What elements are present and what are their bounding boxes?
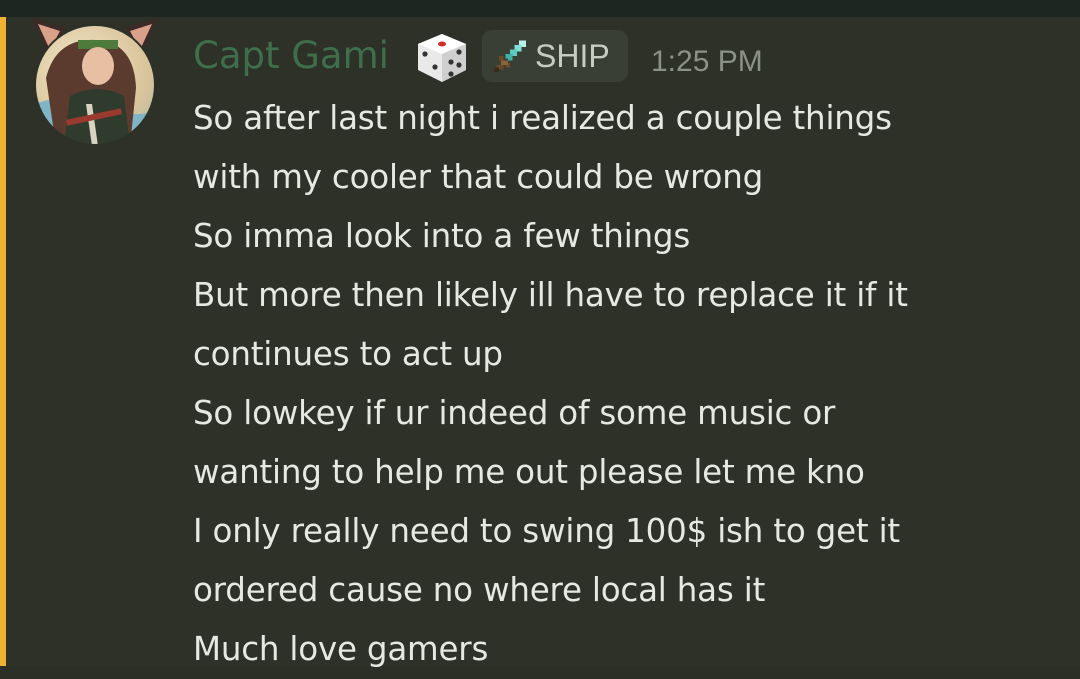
message-line: I only really need to swing 100$ ish to …	[193, 512, 900, 550]
top-bar	[0, 0, 1080, 17]
timestamp[interactable]: 1:25 PM	[651, 40, 763, 84]
message-content: So after last night i realized a couple …	[193, 89, 1073, 679]
message-line: with my cooler that could be wrong	[193, 158, 764, 196]
mention-highlight-bar	[0, 17, 6, 666]
message-line: So lowkey if ur indeed of some music or	[193, 394, 836, 432]
message-line: wanting to help me out please let me kno	[193, 453, 865, 491]
message-line: continues to act up	[193, 335, 503, 373]
message-line: ordered cause no where local has it	[193, 571, 766, 609]
sword-icon	[492, 38, 528, 74]
author-name[interactable]: Capt Gami	[193, 30, 389, 82]
message-line: Much love gamers	[193, 630, 489, 668]
dice-icon	[412, 30, 470, 84]
avatar[interactable]	[26, 18, 164, 146]
role-badge[interactable]: SHIP	[482, 30, 628, 82]
role-label: SHIP	[535, 38, 610, 74]
message-line: So imma look into a few things	[193, 217, 691, 255]
avatar-image	[32, 18, 158, 146]
message-line: But more then likely ill have to replace…	[193, 276, 908, 314]
message-line: So after last night i realized a couple …	[193, 99, 892, 137]
